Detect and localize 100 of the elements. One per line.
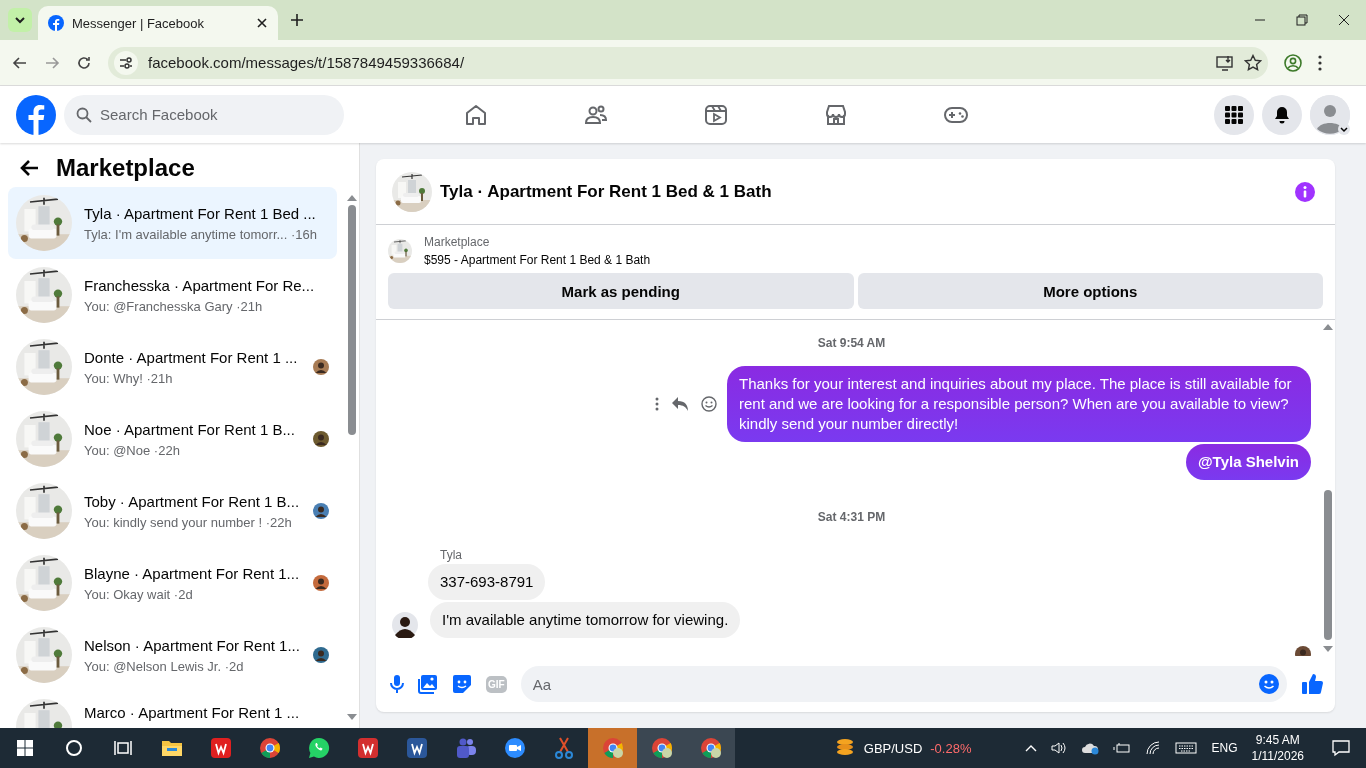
store-icon[interactable] — [824, 102, 848, 127]
volume-icon[interactable] — [1051, 741, 1068, 755]
forward-icon[interactable] — [44, 54, 60, 71]
chrome-icon[interactable] — [258, 737, 281, 759]
facebook-icon — [48, 15, 64, 31]
conversation-title: Franchesska · Apartment For Re... — [84, 276, 316, 295]
facebook-logo[interactable] — [16, 94, 56, 135]
clock-date[interactable]: 1/11/2026 — [1251, 748, 1304, 764]
tab-list-button[interactable] — [8, 8, 32, 32]
price-change: -0.28% — [930, 740, 972, 756]
scrollbar-thumb[interactable] — [1324, 490, 1332, 640]
chrome-icon[interactable] — [699, 737, 722, 759]
account-button[interactable] — [1310, 94, 1350, 135]
info-icon[interactable] — [1295, 181, 1315, 202]
conversation-title: Toby · Apartment For Rent 1 B... — [84, 492, 301, 511]
grid-icon — [1225, 105, 1243, 124]
scroll-up-icon[interactable] — [347, 195, 357, 201]
battery-icon[interactable] — [1113, 742, 1132, 754]
keyboard-icon[interactable] — [1175, 742, 1198, 754]
conversation-item[interactable]: Franchesska · Apartment For Re... You: @Franchesska Gary ·21h — [8, 259, 337, 331]
notification-center-icon[interactable] — [1332, 739, 1350, 757]
avatar — [313, 359, 329, 375]
conversation-preview: You: @Noe ·22h — [84, 442, 181, 458]
conversation-item[interactable]: Tyla · Apartment For Rent 1 Bed ... Tyla: I'm available anytime tomorr... ·16h — [8, 187, 337, 259]
new-tab-icon[interactable] — [290, 13, 304, 27]
language-indicator[interactable]: ENG — [1211, 741, 1238, 755]
cloud-icon[interactable] — [1081, 741, 1100, 755]
video-call-app-icon[interactable] — [503, 737, 526, 759]
reload-icon[interactable] — [76, 54, 92, 71]
sender-name: Tyla — [440, 548, 463, 562]
scroll-down-icon[interactable] — [347, 714, 357, 720]
menu-icon[interactable] — [1318, 54, 1322, 71]
notifications-button[interactable] — [1262, 94, 1302, 135]
scroll-up-icon[interactable] — [1323, 324, 1333, 330]
listing-label: Marketplace — [424, 235, 491, 249]
app-icon[interactable] — [356, 737, 379, 759]
timestamp: Sat 9:54 AM — [817, 336, 886, 350]
scroll-down-icon[interactable] — [1323, 646, 1333, 652]
clock-time[interactable]: 9:45 AM — [1255, 732, 1300, 748]
close-icon[interactable] — [256, 17, 268, 29]
message-field[interactable]: Aa — [520, 666, 1287, 702]
avatar — [313, 575, 329, 591]
chat-bubble-icon[interactable] — [307, 737, 330, 759]
microphone-icon[interactable] — [390, 674, 404, 694]
scissors-icon[interactable] — [553, 737, 574, 759]
wps-icon[interactable] — [209, 737, 232, 759]
home-icon[interactable] — [464, 102, 488, 127]
conversation-preview: You: Why! ·21h — [84, 370, 174, 386]
conversation-item[interactable]: Nelson · Apartment For Rent 1... You: @Nelson Lewis Jr. ·2d — [8, 619, 337, 691]
chat-title: Tyla · Apartment For Rent 1 Bed & 1 Bath — [440, 181, 773, 202]
address-bar[interactable]: facebook.com/messages/t/1587849459336684/ — [108, 46, 1268, 79]
site-settings-icon[interactable] — [114, 50, 138, 75]
avatar[interactable] — [392, 612, 418, 638]
bookmark-star-icon[interactable] — [1244, 53, 1262, 72]
sticker-icon[interactable] — [452, 674, 472, 694]
like-icon[interactable] — [1301, 673, 1323, 695]
people-app-icon[interactable] — [454, 737, 477, 759]
install-app-icon[interactable] — [1216, 53, 1234, 72]
profile-icon[interactable] — [1284, 53, 1302, 72]
browser-tab[interactable]: Messenger | Facebook — [38, 6, 278, 40]
back-icon[interactable] — [12, 54, 28, 71]
conversation-title: Noe · Apartment For Rent 1 B... — [84, 420, 296, 439]
chrome-icon[interactable] — [650, 737, 673, 759]
conversation-item[interactable]: Blayne · Apartment For Rent 1... You: Okay wait ·2d — [8, 547, 337, 619]
listing-title[interactable]: $595 - Apartment For Rent 1 Bed & 1 Bath — [424, 253, 651, 267]
reply-icon[interactable] — [671, 396, 689, 412]
conversation-item[interactable]: Noe · Apartment For Rent 1 B... You: @Noe ·22h — [8, 403, 337, 475]
more-icon[interactable] — [655, 397, 659, 411]
image-icon[interactable] — [418, 674, 438, 694]
emoji-icon[interactable] — [701, 396, 717, 412]
close-icon[interactable] — [1338, 14, 1350, 26]
action-button[interactable]: Mark as pending — [388, 273, 854, 309]
conversation-title: Donte · Apartment For Rent 1 ... — [84, 348, 299, 367]
emoji-icon[interactable] — [1259, 674, 1279, 694]
conversation-preview: You: Okay wait ·2d — [84, 586, 194, 602]
chevron-up-icon[interactable] — [1025, 744, 1038, 752]
conversation-title: Nelson · Apartment For Rent 1... — [84, 636, 301, 655]
search-field[interactable]: Search Facebook — [64, 94, 344, 135]
back-icon[interactable] — [20, 158, 40, 178]
conversation-preview: You: kindly send your number ! ·22h — [84, 514, 293, 530]
scrollbar-thumb[interactable] — [348, 205, 356, 435]
search-icon[interactable] — [64, 739, 83, 757]
chevron-down-icon — [14, 14, 26, 26]
start-icon[interactable] — [16, 740, 33, 756]
currency-pair: GBP/USD — [863, 740, 923, 756]
message-bubble: Thanks for your interest and inquiries about my place. The place is still available for rent and we are looking for a responsible person? When are you available to view? kindly send your number directly! — [727, 366, 1311, 442]
menu-button[interactable] — [1214, 94, 1254, 135]
timestamp: Sat 4:31 PM — [817, 510, 886, 524]
folder-icon[interactable] — [160, 739, 183, 757]
conversation-item[interactable]: Donte · Apartment For Rent 1 ... You: Why! ·21h — [8, 331, 337, 403]
search-icon — [76, 106, 92, 123]
document-app-icon[interactable] — [405, 737, 428, 759]
conversation-item[interactable]: Toby · Apartment For Rent 1 B... You: kindly send your number ! ·22h — [8, 475, 337, 547]
task-view-icon[interactable] — [113, 740, 132, 756]
wifi-icon[interactable] — [1145, 741, 1162, 755]
restore-icon[interactable] — [1296, 14, 1308, 26]
sidebar-title: Marketplace — [56, 154, 195, 182]
video-icon[interactable] — [704, 102, 728, 127]
action-button[interactable]: More options — [857, 273, 1323, 309]
message-bubble: 337-693-8791 — [428, 564, 546, 600]
